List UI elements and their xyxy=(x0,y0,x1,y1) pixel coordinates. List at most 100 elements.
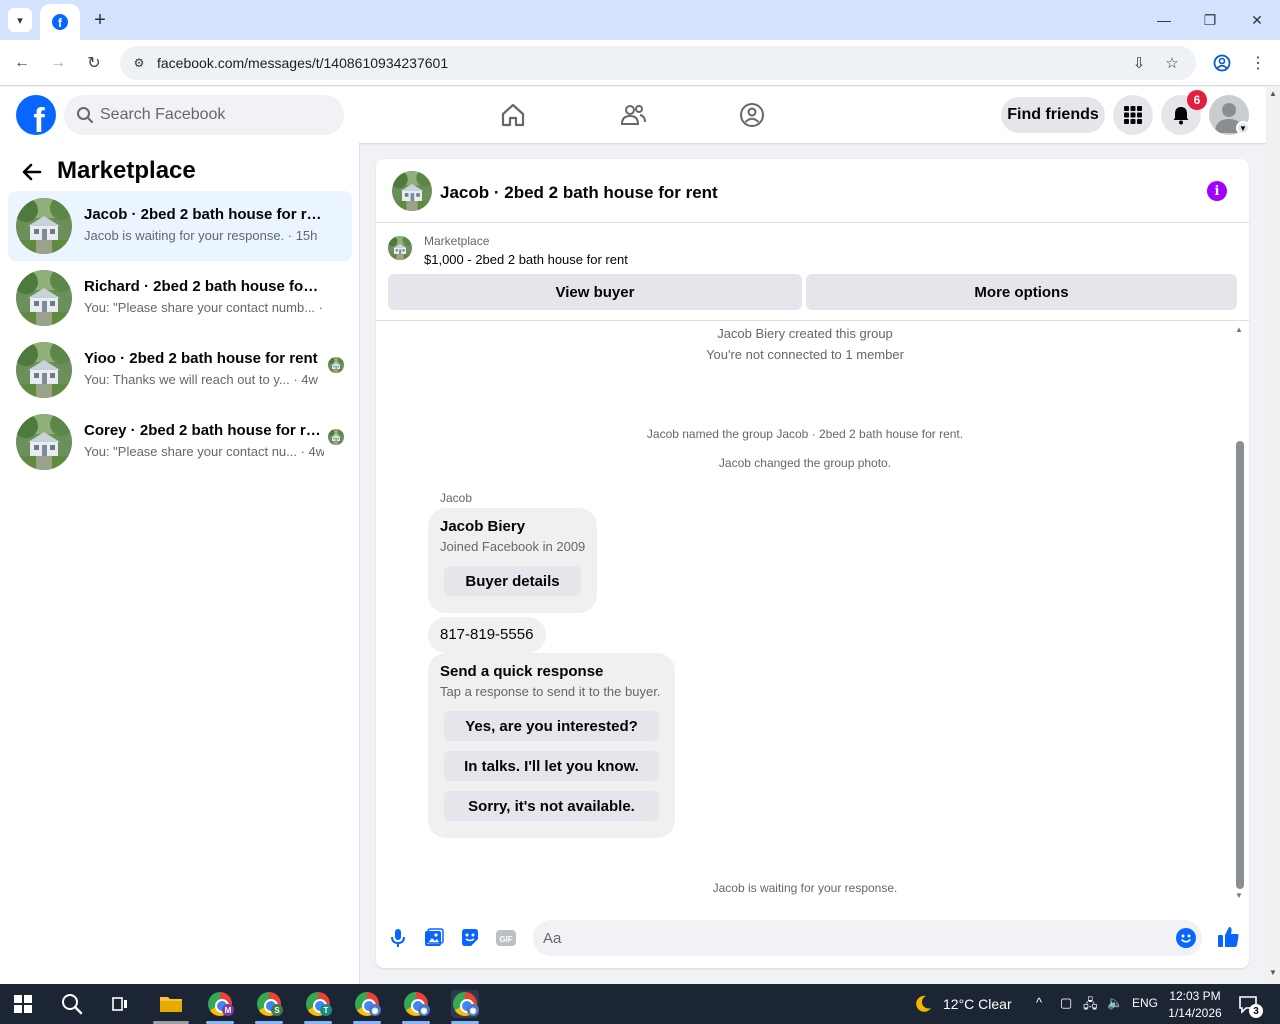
scrollbar-thumb[interactable] xyxy=(1236,441,1244,889)
conversation-item[interactable]: Yioo · 2bed 2 bath house for rent You: T… xyxy=(8,335,352,405)
microphone-icon[interactable] xyxy=(387,927,409,949)
view-buyer-button[interactable]: View buyer xyxy=(388,274,802,310)
minimize-button[interactable]: — xyxy=(1152,8,1176,32)
svg-text:GIF: GIF xyxy=(499,935,512,944)
conversation-item[interactable]: Jacob · 2bed 2 bath house for rent Jacob… xyxy=(8,191,352,261)
search-facebook-input[interactable]: Search Facebook xyxy=(64,95,344,135)
buyer-joined: Joined Facebook in 2009 xyxy=(440,539,586,554)
weather-text[interactable]: 12°C Clear xyxy=(943,996,1012,1012)
listing-thumbnail xyxy=(16,414,72,470)
browser-toolbar: ← → ↻ ⚙ facebook.com/messages/t/14086109… xyxy=(0,40,1280,86)
back-button[interactable]: ← xyxy=(10,51,34,75)
photo-icon[interactable] xyxy=(423,927,445,949)
clock[interactable]: 12:03 PM 1/14/2026 xyxy=(1163,988,1227,1022)
home-icon[interactable] xyxy=(499,101,527,129)
quick-response-option[interactable]: In talks. I'll let you know. xyxy=(444,751,659,781)
info-icon[interactable]: i xyxy=(1207,181,1227,201)
scroll-down-arrow[interactable]: ▼ xyxy=(1235,891,1243,900)
chat-panel: Jacob · 2bed 2 bath house for rent i Mar… xyxy=(376,159,1249,968)
more-options-button[interactable]: More options xyxy=(806,274,1237,310)
chrome-active-window-icon[interactable]: ◉ xyxy=(451,990,479,1018)
conversation-item[interactable]: Richard · 2bed 2 bath house for rent You… xyxy=(8,263,352,333)
forward-button[interactable]: → xyxy=(46,51,70,75)
system-message: Jacob named the group Jacob · 2bed 2 bat… xyxy=(646,427,964,441)
message-input[interactable]: Aa xyxy=(533,920,1202,956)
groups-icon[interactable] xyxy=(738,101,766,129)
conversation-item[interactable]: Corey · 2bed 2 bath house for re... You:… xyxy=(8,407,352,477)
message-placeholder: Aa xyxy=(543,930,562,947)
browser-tab-facebook[interactable]: f xyxy=(40,4,80,40)
windows-taskbar: M S T ◉ ◉ ◉ 12°C Clear ^ ▢ 🖧 🔈 ENG 12:03… xyxy=(0,984,1280,1024)
browser-tab-strip: ▾ f + — ❐ ✕ xyxy=(0,0,1280,40)
sticker-icon[interactable] xyxy=(459,927,481,949)
profile-icon[interactable] xyxy=(1210,51,1234,75)
listing-thumbnail xyxy=(16,270,72,326)
thumbs-up-icon[interactable] xyxy=(1216,925,1240,949)
facebook-logo[interactable]: f xyxy=(16,95,56,135)
phone-number[interactable]: 817-819-5556 xyxy=(440,626,533,643)
scroll-up-arrow[interactable]: ▲ xyxy=(1269,89,1277,98)
file-explorer-icon[interactable] xyxy=(157,990,185,1018)
listing-thumbnail xyxy=(16,342,72,398)
find-friends-button[interactable]: Find friends xyxy=(1001,97,1105,133)
show-hidden-icons-icon[interactable]: ^ xyxy=(1036,995,1042,1010)
emoji-icon[interactable] xyxy=(1176,928,1196,948)
friends-icon[interactable] xyxy=(619,101,647,129)
chrome-profile-icon[interactable]: ◉ xyxy=(402,990,430,1018)
browser-menu-icon[interactable]: ⋮ xyxy=(1246,51,1270,75)
message-thread: Jacob Biery created this group You're no… xyxy=(376,321,1249,901)
quick-response-title: Send a quick response xyxy=(440,663,604,680)
conversation-preview: You: Thanks we will reach out to y... · … xyxy=(84,372,318,387)
conversation-preview: Jacob is waiting for your response. · 15… xyxy=(84,228,318,243)
close-window-button[interactable]: ✕ xyxy=(1245,8,1269,32)
system-message: Jacob changed the group photo. xyxy=(718,456,892,470)
menu-grid-icon xyxy=(1124,106,1142,124)
back-arrow-icon[interactable] xyxy=(20,160,44,184)
language-indicator[interactable]: ENG xyxy=(1132,996,1158,1010)
scroll-up-arrow[interactable]: ▲ xyxy=(1235,325,1243,334)
buyer-details-button[interactable]: Buyer details xyxy=(444,566,581,596)
task-view-icon[interactable] xyxy=(106,990,134,1018)
menu-grid-button[interactable] xyxy=(1113,95,1153,135)
chat-title[interactable]: Jacob · 2bed 2 bath house for rent xyxy=(440,183,718,203)
reload-button[interactable]: ↻ xyxy=(82,51,106,75)
conversation-name: Corey · 2bed 2 bath house for re... xyxy=(84,422,324,439)
search-placeholder: Search Facebook xyxy=(100,106,226,123)
clock-date: 1/14/2026 xyxy=(1168,1006,1222,1020)
gif-icon[interactable]: GIF xyxy=(495,927,517,949)
network-icon[interactable]: 🖧 xyxy=(1083,995,1098,1017)
restore-button[interactable]: ❐ xyxy=(1198,8,1222,32)
thread-scrollbar[interactable]: ▲ ▼ xyxy=(1233,323,1245,901)
quick-response-option[interactable]: Yes, are you interested? xyxy=(444,711,659,741)
bookmark-star-icon[interactable]: ☆ xyxy=(1162,53,1182,73)
volume-icon[interactable]: 🔈 xyxy=(1107,995,1123,1011)
chrome-profile-icon[interactable]: ◉ xyxy=(353,990,381,1018)
chrome-profile-m-icon[interactable]: M xyxy=(206,990,234,1018)
quick-response-card: Send a quick response Tap a response to … xyxy=(428,653,675,838)
buyer-name: Jacob Biery xyxy=(440,518,526,535)
chrome-profile-s-icon[interactable]: S xyxy=(255,990,283,1018)
tab-search-button[interactable]: ▾ xyxy=(8,8,32,32)
moon-weather-icon[interactable] xyxy=(913,994,933,1014)
facebook-header: f Search Facebook Find friends 6 ▼ xyxy=(0,87,1266,143)
address-bar[interactable]: ⚙ facebook.com/messages/t/14086109342376… xyxy=(120,46,1196,80)
group-photo[interactable] xyxy=(392,171,432,211)
scroll-down-arrow[interactable]: ▼ xyxy=(1269,968,1277,977)
quick-response-option[interactable]: Sorry, it's not available. xyxy=(444,791,659,821)
chrome-profile-t-icon[interactable]: T xyxy=(304,990,332,1018)
meet-now-icon[interactable]: ▢ xyxy=(1060,995,1072,1011)
new-tab-button[interactable]: + xyxy=(88,8,112,32)
listing-description[interactable]: $1,000 - 2bed 2 bath house for rent xyxy=(424,252,628,267)
sender-label: Jacob xyxy=(440,491,473,505)
page-scrollbar[interactable]: ▲ ▼ xyxy=(1266,87,1280,984)
windows-start-icon[interactable] xyxy=(14,995,32,1013)
conversation-preview: You: "Please share your contact numb... … xyxy=(84,300,324,315)
site-info-icon[interactable]: ⚙ xyxy=(130,54,148,72)
chevron-down-icon[interactable]: ▼ xyxy=(1236,121,1250,135)
install-app-icon[interactable]: ⇩ xyxy=(1129,53,1149,73)
taskbar-search-icon[interactable] xyxy=(58,990,86,1018)
system-message: Jacob Biery created this group xyxy=(717,326,893,341)
bell-icon xyxy=(1173,107,1189,125)
system-message: You're not connected to 1 member xyxy=(706,347,904,362)
conversation-sidebar: Marketplace Jacob · 2bed 2 bath house fo… xyxy=(0,143,360,984)
